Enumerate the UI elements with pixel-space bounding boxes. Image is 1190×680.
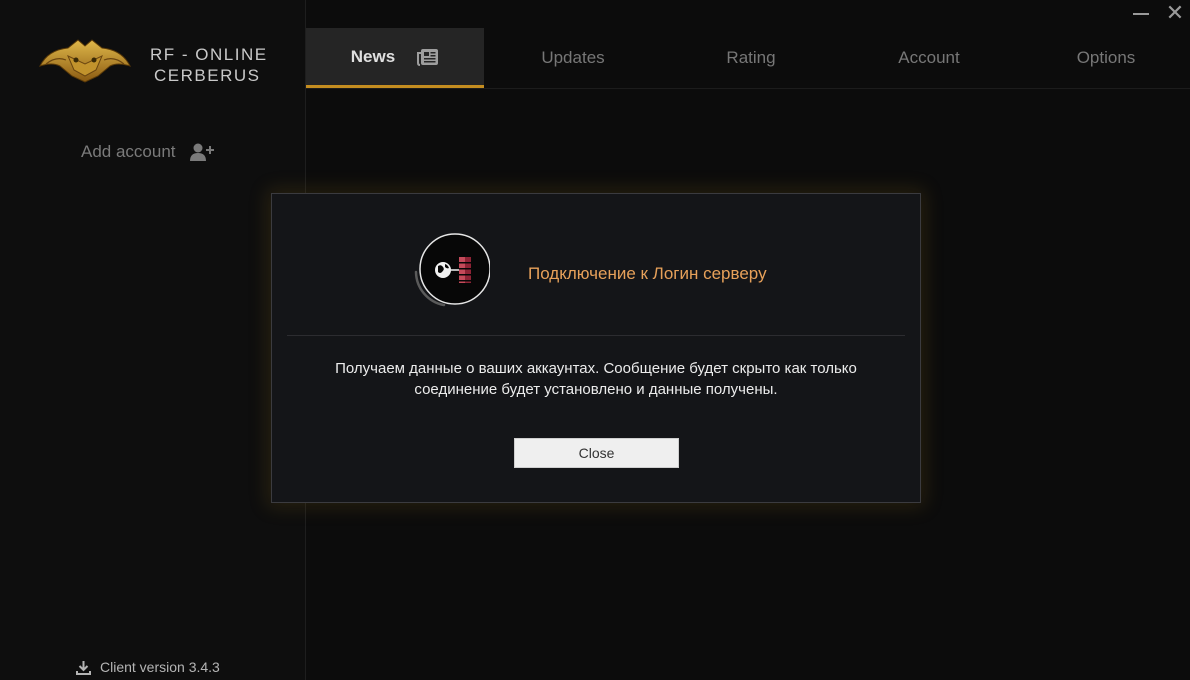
cerberus-logo — [39, 39, 131, 83]
tab-updates-label: Updates — [541, 48, 605, 67]
dialog-message-line-1: Получаем данные о ваших аккаунтах. Сообщ… — [335, 360, 857, 377]
tab-rating[interactable]: Rating — [662, 28, 840, 88]
close-window-button[interactable]: ✕ — [1164, 3, 1186, 25]
add-account-button[interactable]: Add account — [81, 142, 214, 162]
tab-updates[interactable]: Updates — [484, 28, 662, 88]
tab-news[interactable]: News — [306, 28, 484, 88]
client-version[interactable]: Client version 3.4.3 — [76, 659, 220, 675]
sidebar: RF - ONLINE CERBERUS Add account Client … — [0, 0, 306, 680]
tab-news-label: News — [350, 46, 396, 66]
brand-name: RF - ONLINE CERBERUS — [150, 44, 268, 86]
close-button[interactable]: Close — [514, 438, 679, 468]
dialog-divider — [287, 335, 905, 336]
brand-line-1: RF - ONLINE — [150, 45, 268, 64]
top-nav: News Updates Rating Account Options — [306, 28, 1190, 89]
tab-rating-label: Rating — [726, 48, 776, 67]
add-user-icon — [189, 143, 214, 161]
client-version-label: Client version 3.4.3 — [100, 659, 220, 675]
tab-account[interactable]: Account — [840, 28, 1018, 88]
dialog-message-line-2: соединение будет установлено и данные по… — [414, 381, 778, 398]
connecting-spinner-icon — [414, 233, 490, 307]
download-icon — [76, 660, 91, 675]
tab-options-label: Options — [1076, 48, 1136, 67]
minimize-button[interactable] — [1130, 4, 1152, 24]
dialog-message: Получаем данные о ваших аккаунтах. Сообщ… — [302, 358, 890, 400]
tab-account-label: Account — [898, 48, 960, 67]
newspaper-icon — [417, 48, 439, 66]
tab-options[interactable]: Options — [1018, 28, 1190, 88]
dialog-title: Подключение к Логин серверу — [528, 264, 767, 283]
add-account-label: Add account — [81, 142, 176, 161]
connection-dialog: Подключение к Логин серверу Получаем дан… — [271, 193, 921, 503]
brand-line-2: CERBERUS — [154, 66, 261, 85]
